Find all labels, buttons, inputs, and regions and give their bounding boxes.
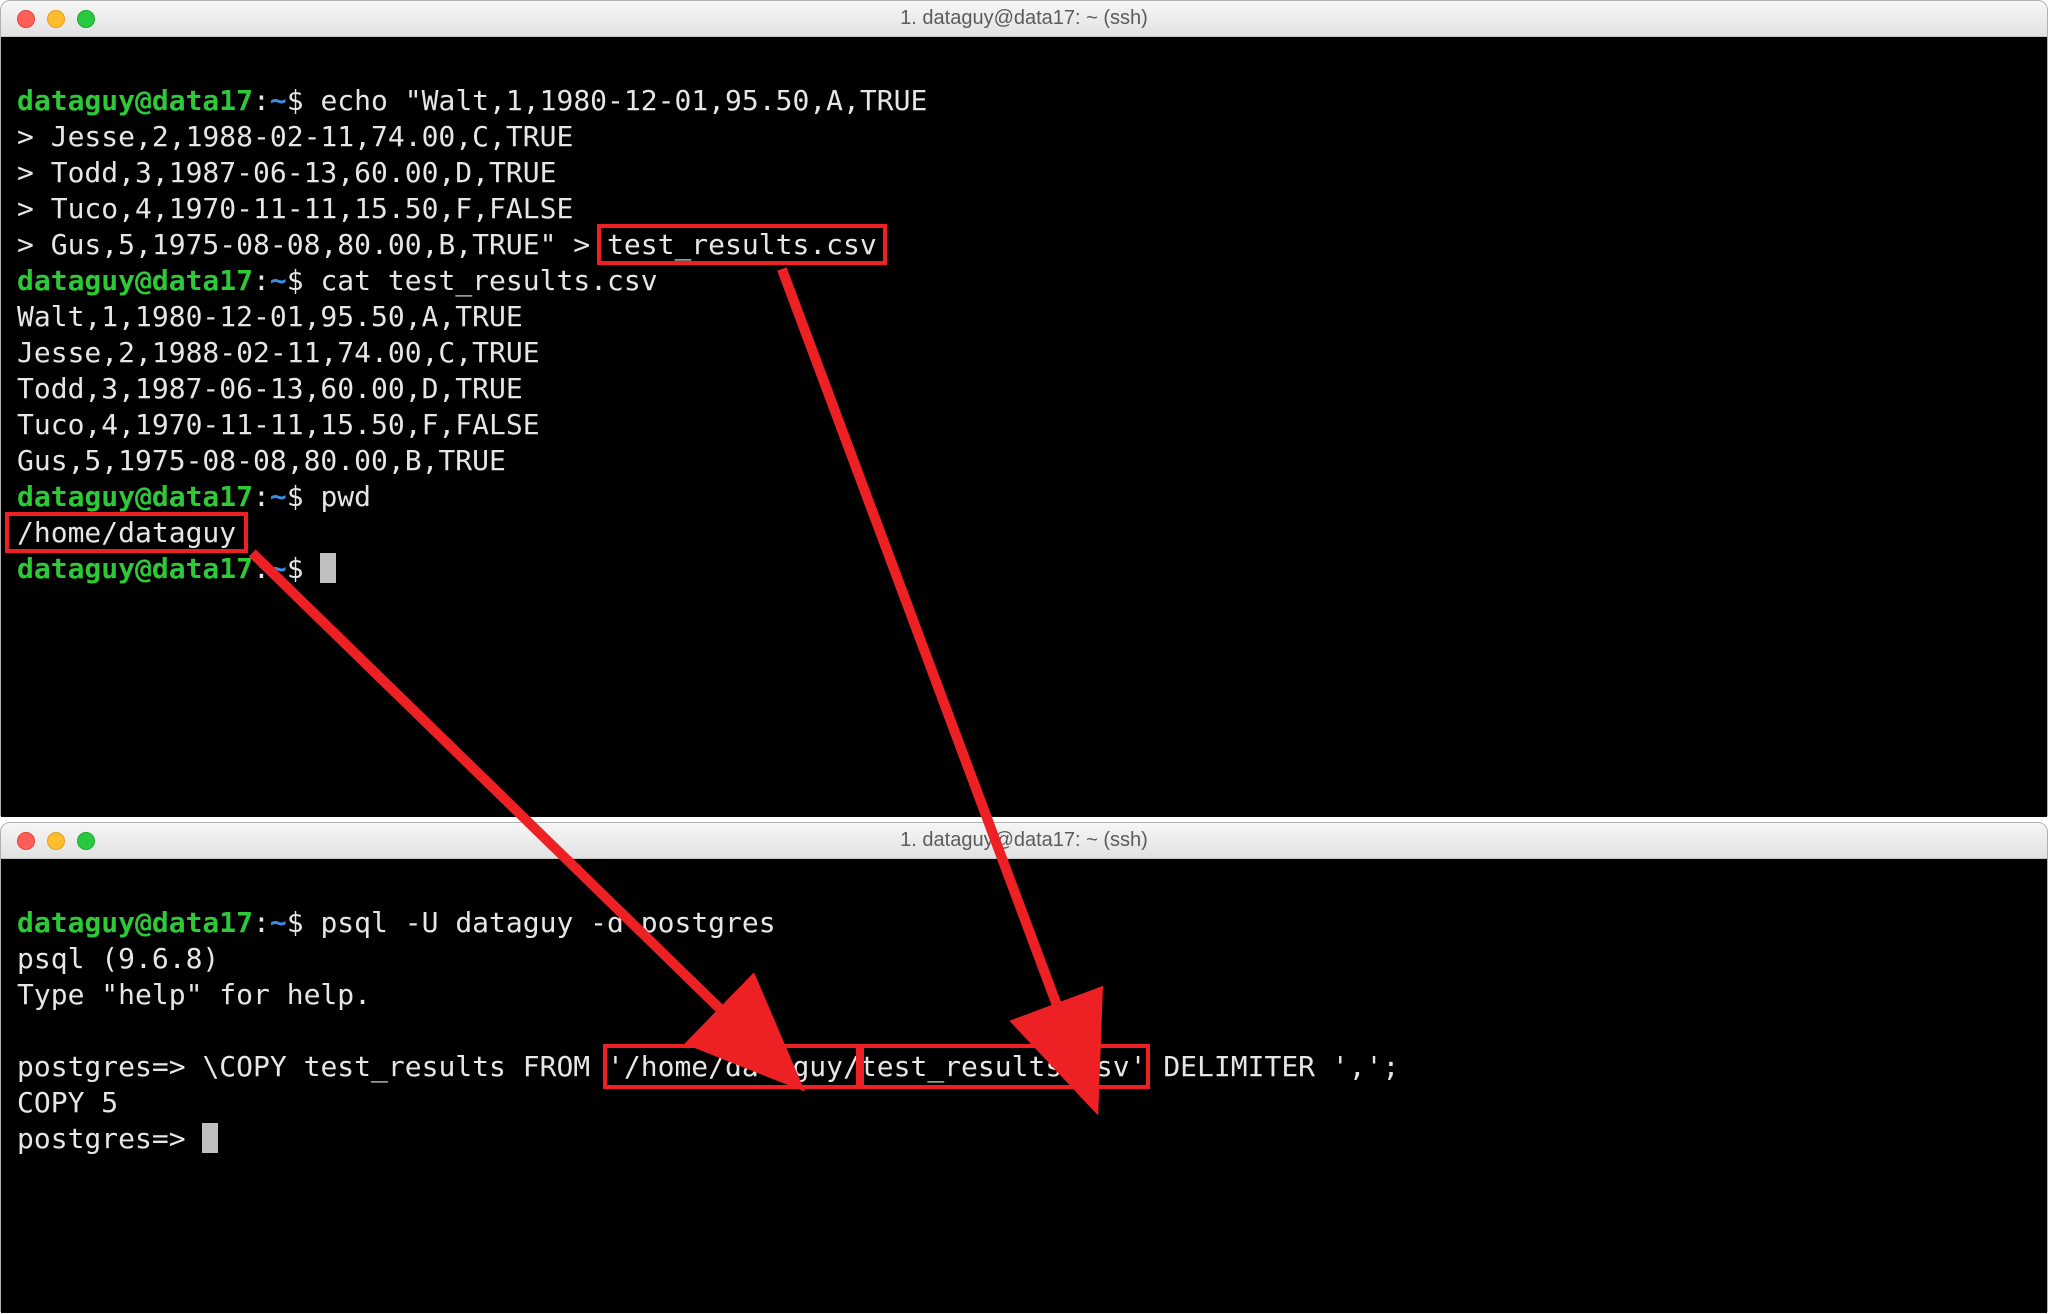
prompt-dollar: $ (287, 84, 304, 117)
psql-line: postgres=> (17, 1122, 218, 1155)
copy-path: '/home/dataguy/ (607, 1050, 860, 1083)
prompt-dollar: $ (287, 264, 304, 297)
cat-output: Todd,3,1987-06-13,60.00,D,TRUE (17, 372, 523, 405)
zoom-icon[interactable] (77, 10, 95, 28)
prompt-user: dataguy@data17 (17, 84, 253, 117)
term-line: dataguy@data17:~$ pwd (17, 480, 371, 513)
minimize-icon[interactable] (47, 832, 65, 850)
terminal-window-2: 1. dataguy@data17: ~ (ssh) dataguy@data1… (0, 822, 2048, 1312)
term-line: dataguy@data17:~$ psql -U dataguy -d pos… (17, 906, 776, 939)
copy-result: COPY 5 (17, 1086, 118, 1119)
prompt-path: ~ (270, 552, 287, 585)
close-icon[interactable] (17, 10, 35, 28)
cmd-cat: cat test_results.csv (320, 264, 657, 297)
cat-output: Tuco,4,1970-11-11,15.50,F,FALSE (17, 408, 540, 441)
titlebar-2: 1. dataguy@data17: ~ (ssh) (1, 823, 2047, 859)
echo-tail: > Gus,5,1975-08-08,80.00,B,TRUE" > (17, 228, 607, 261)
psql-prompt: postgres=> (17, 1050, 186, 1083)
window-title-2: 1. dataguy@data17: ~ (ssh) (900, 829, 1148, 852)
terminal-window-1: 1. dataguy@data17: ~ (ssh) dataguy@data1… (0, 0, 2048, 816)
psql-line: postgres=> \COPY test_results FROM '/hom… (17, 1050, 1399, 1083)
output-filename: test_results.csv (607, 228, 877, 261)
prompt-sep: : (253, 906, 270, 939)
prompt-user: dataguy@data17 (17, 480, 253, 513)
cat-output: Walt,1,1980-12-01,95.50,A,TRUE (17, 300, 523, 333)
prompt-sep: : (253, 264, 270, 297)
echo-cont: > Jesse,2,1988-02-11,74.00,C,TRUE (17, 120, 573, 153)
cat-output: Jesse,2,1988-02-11,74.00,C,TRUE (17, 336, 540, 369)
prompt-path: ~ (270, 264, 287, 297)
window-title-1: 1. dataguy@data17: ~ (ssh) (900, 7, 1148, 30)
prompt-user: dataguy@data17 (17, 906, 253, 939)
cursor-icon (202, 1123, 218, 1153)
pwd-output: /home/dataguy (17, 516, 236, 549)
cursor-icon (320, 553, 336, 583)
echo-cont: > Todd,3,1987-06-13,60.00,D,TRUE (17, 156, 556, 189)
prompt-path: ~ (270, 480, 287, 513)
close-icon[interactable] (17, 832, 35, 850)
cat-output: Gus,5,1975-08-08,80.00,B,TRUE (17, 444, 506, 477)
echo-cont-last: > Gus,5,1975-08-08,80.00,B,TRUE" > test_… (17, 228, 877, 261)
zoom-icon[interactable] (77, 832, 95, 850)
prompt-path: ~ (270, 906, 287, 939)
traffic-lights-1 (17, 10, 95, 28)
blank-line (17, 1014, 34, 1047)
psql-help: Type "help" for help. (17, 978, 371, 1011)
prompt-user: dataguy@data17 (17, 552, 253, 585)
prompt-sep: : (253, 84, 270, 117)
cmd-echo: echo "Walt,1,1980-12-01,95.50,A,TRUE (320, 84, 927, 117)
terminal-body-1[interactable]: dataguy@data17:~$ echo "Walt,1,1980-12-0… (1, 37, 2047, 817)
copy-filename: test_results.csv' (860, 1050, 1147, 1083)
prompt-sep: : (253, 480, 270, 513)
prompt-dollar: $ (287, 552, 304, 585)
traffic-lights-2 (17, 832, 95, 850)
cmd-pwd: pwd (320, 480, 371, 513)
prompt-dollar: $ (287, 480, 304, 513)
copy-post: DELIMITER ','; (1146, 1050, 1399, 1083)
term-line: dataguy@data17:~$ cat test_results.csv (17, 264, 658, 297)
prompt-dollar: $ (287, 906, 304, 939)
titlebar-1: 1. dataguy@data17: ~ (ssh) (1, 1, 2047, 37)
prompt-user: dataguy@data17 (17, 264, 253, 297)
copy-pre: \COPY test_results FROM (202, 1050, 607, 1083)
psql-prompt: postgres=> (17, 1122, 186, 1155)
prompt-sep: : (253, 552, 270, 585)
term-line: dataguy@data17:~$ (17, 552, 336, 585)
cmd-psql: psql -U dataguy -d postgres (320, 906, 775, 939)
terminal-body-2[interactable]: dataguy@data17:~$ psql -U dataguy -d pos… (1, 859, 2047, 1313)
minimize-icon[interactable] (47, 10, 65, 28)
prompt-path: ~ (270, 84, 287, 117)
psql-version: psql (9.6.8) (17, 942, 219, 975)
term-line: dataguy@data17:~$ echo "Walt,1,1980-12-0… (17, 84, 927, 117)
echo-cont: > Tuco,4,1970-11-11,15.50,F,FALSE (17, 192, 573, 225)
